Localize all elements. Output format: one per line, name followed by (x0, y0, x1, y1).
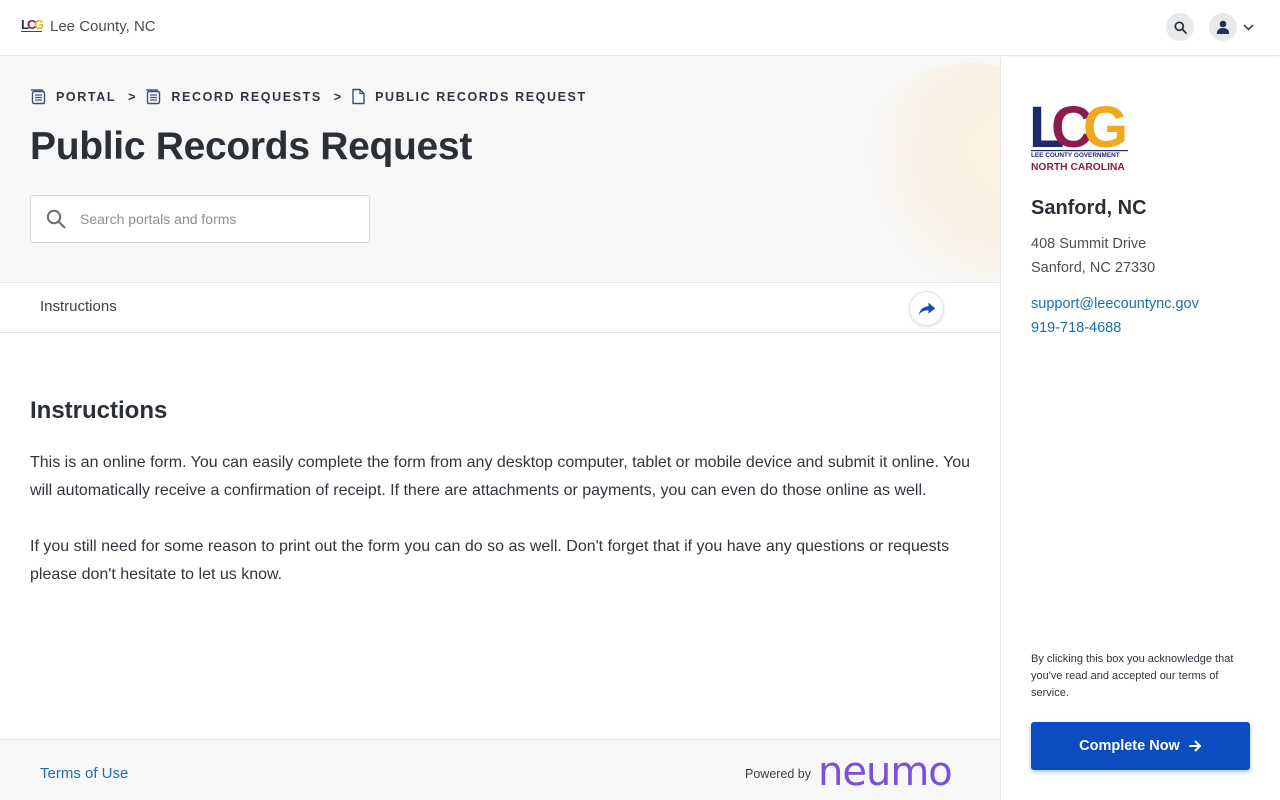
breadcrumb-separator: > (128, 89, 136, 104)
neumo-logo[interactable]: neumo (818, 752, 953, 792)
instructions-paragraph: If you still need for some reason to pri… (30, 538, 950, 583)
chevron-down-icon (1243, 23, 1254, 31)
top-navbar: L C G Lee County, NC (0, 0, 1280, 56)
lee-county-logo: L C G LEE COUNTY GOVERNMENT NORTH CAROLI… (1031, 95, 1131, 173)
breadcrumb-separator: > (333, 89, 342, 104)
breadcrumb-portal[interactable]: PORTAL (30, 88, 116, 105)
address-line-1: 408 Summit Drive (1031, 236, 1147, 252)
user-menu-button[interactable] (1209, 13, 1259, 41)
page-title: Public Records Request (30, 125, 473, 168)
logo-line-1: LEE COUNTY GOVERNMENT (1031, 152, 1120, 159)
header-search-button[interactable] (1166, 13, 1194, 41)
tab-bar: Instructions (0, 282, 1000, 333)
portal-icon (146, 89, 161, 105)
portal-icon (31, 89, 46, 105)
logo-line-2: NORTH CAROLINA (1031, 162, 1125, 173)
breadcrumb: PORTAL > RECORD REQUESTS > PUBLIC RECORD… (30, 88, 587, 105)
complete-now-button[interactable]: Complete Now (1031, 722, 1250, 770)
portal-search[interactable] (30, 195, 370, 243)
powered-by-label: Powered by (745, 767, 812, 781)
phone-link[interactable]: 919-718-4688 (1031, 320, 1121, 336)
breadcrumb-public-records-request[interactable]: PUBLIC RECORDS REQUEST (351, 88, 587, 105)
page-header: PORTAL > RECORD REQUESTS > PUBLIC RECORD… (0, 57, 1000, 283)
contact-sidebar: L C G LEE COUNTY GOVERNMENT NORTH CAROLI… (1000, 57, 1280, 800)
search-input[interactable] (80, 211, 350, 227)
terms-acknowledgement: By clicking this box you acknowledge tha… (1031, 653, 1234, 699)
footer: Terms of Use Powered by neumo (0, 739, 1000, 800)
address-line-2: Sanford, NC 27330 (1031, 260, 1156, 276)
share-icon (918, 302, 935, 315)
complete-now-label: Complete Now (1079, 738, 1180, 754)
svg-text:G: G (34, 17, 43, 32)
instructions-paragraph: This is an online form. You can easily c… (30, 454, 971, 499)
breadcrumb-record-requests[interactable]: RECORD REQUESTS (145, 88, 321, 105)
arrow-right-icon (1188, 740, 1201, 752)
instructions-section: Instructions This is an online form. You… (30, 397, 980, 617)
support-email-link[interactable]: support@leecountync.gov (1031, 296, 1199, 312)
decorative-glow (860, 63, 1000, 283)
document-icon (352, 88, 365, 105)
tab-instructions[interactable]: Instructions (40, 298, 117, 315)
user-icon (1216, 20, 1230, 34)
breadcrumb-label: RECORD REQUESTS (171, 89, 322, 104)
avatar (1209, 13, 1237, 41)
city-heading: Sanford, NC (1031, 197, 1147, 219)
share-button[interactable] (909, 291, 944, 326)
search-icon (1173, 20, 1187, 34)
breadcrumb-label: PUBLIC RECORDS REQUEST (375, 89, 587, 104)
terms-of-use-link[interactable]: Terms of Use (40, 765, 128, 782)
section-heading: Instructions (30, 397, 168, 424)
org-name[interactable]: Lee County, NC (50, 18, 156, 35)
breadcrumb-label: PORTAL (56, 89, 117, 104)
search-icon (46, 209, 66, 229)
county-logo-icon[interactable]: L C G (21, 17, 43, 35)
